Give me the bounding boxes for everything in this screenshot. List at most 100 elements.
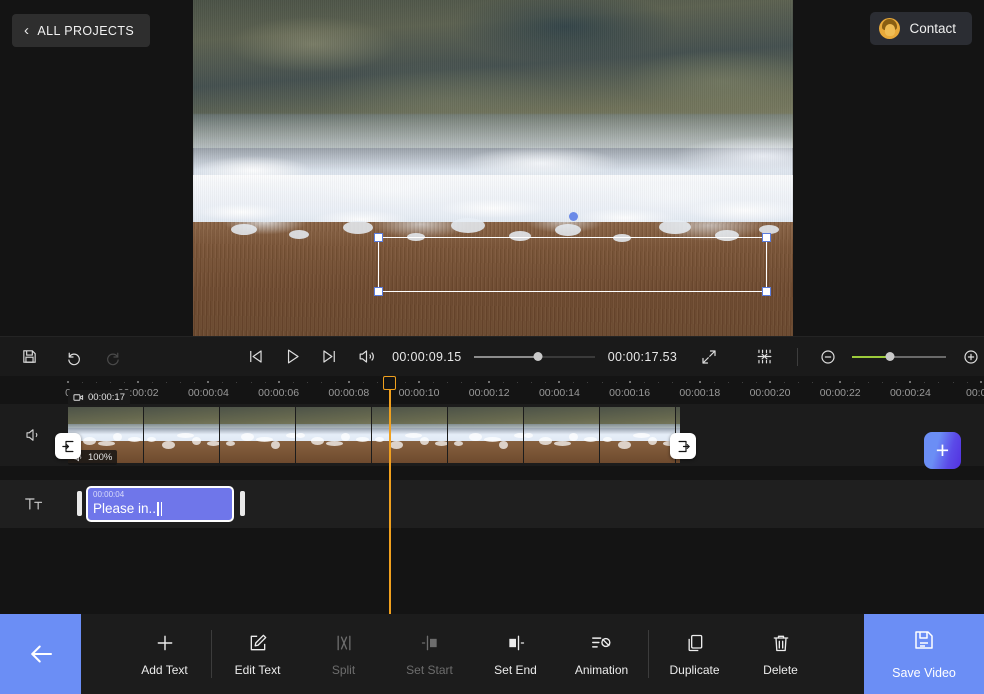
- rotate-handle[interactable]: [569, 212, 578, 221]
- ruler-tick-minor: [166, 382, 168, 383]
- thumbnail-foam: [162, 441, 175, 449]
- all-projects-button[interactable]: ‹ ALL PROJECTS: [12, 14, 151, 47]
- total-time-display: 00:00:17.53: [607, 349, 678, 364]
- ruler-tick-minor: [531, 382, 533, 383]
- video-clip-volume: 100%: [88, 452, 113, 463]
- preview-foam-detail: [343, 221, 373, 234]
- timeline[interactable]: 000:00:0200:00:0400:00:0600:00:0800:00:1…: [0, 376, 984, 614]
- timeline-ruler[interactable]: 000:00:0200:00:0400:00:0600:00:0800:00:1…: [0, 376, 984, 404]
- ruler-tick-minor: [924, 382, 926, 383]
- set-start-icon: [420, 632, 440, 654]
- text-clip-left-marker[interactable]: [77, 491, 82, 516]
- ruler-tick: [698, 381, 701, 383]
- tool-delete[interactable]: Delete: [749, 632, 813, 677]
- video-clip-filmstrip: [68, 407, 680, 463]
- tool-animation[interactable]: Animation: [570, 632, 634, 677]
- thumbnail-foam: [390, 441, 403, 449]
- thumbnail-foam: [256, 437, 273, 442]
- zoom-knob[interactable]: [885, 352, 895, 361]
- ruler-tick-minor: [475, 382, 477, 383]
- text-cursor-secondary-icon: [160, 502, 163, 516]
- video-clip[interactable]: [68, 407, 680, 463]
- ruler-tick-minor: [587, 382, 589, 383]
- tool-edit-text[interactable]: Edit Text: [226, 632, 290, 677]
- text-clip-right-marker[interactable]: [240, 491, 245, 516]
- resize-handle-top-left[interactable]: [374, 233, 383, 242]
- save-project-button[interactable]: [16, 342, 43, 372]
- tool-duplicate[interactable]: Duplicate: [663, 632, 727, 677]
- transition-out-button[interactable]: [670, 433, 696, 459]
- contact-button[interactable]: Contact: [870, 12, 972, 45]
- resize-handle-top-right[interactable]: [762, 233, 771, 242]
- tool-label: Set Start: [406, 662, 453, 677]
- ruler-tick: [418, 381, 420, 383]
- ruler-tick-minor: [180, 382, 182, 383]
- tool-split: Split: [312, 632, 376, 677]
- ruler-tick-minor: [573, 382, 575, 383]
- fit-to-screen-button[interactable]: [751, 342, 778, 372]
- ruler-tick-minor: [264, 382, 266, 383]
- volume-button[interactable]: [353, 342, 380, 372]
- ruler-tick-minor: [784, 382, 786, 383]
- undo-button[interactable]: [59, 342, 86, 372]
- thumbnail-foam: [524, 433, 533, 438]
- seek-knob[interactable]: [533, 352, 543, 361]
- ruler-tick-minor: [713, 382, 715, 383]
- video-track-row[interactable]: 00:00:17 100% +: [0, 390, 984, 469]
- filmstrip-thumbnail: [220, 407, 296, 463]
- ruler-tick-minor: [966, 382, 968, 383]
- zoom-in-button[interactable]: [957, 342, 984, 372]
- transition-in-button[interactable]: [55, 433, 81, 459]
- thumbnail-foam: [648, 437, 657, 445]
- resize-handle-bottom-left[interactable]: [374, 287, 383, 296]
- ruler-tick-minor: [868, 382, 870, 383]
- ruler-label: 00:00:04: [187, 387, 229, 399]
- resize-handle-bottom-right[interactable]: [762, 287, 771, 296]
- thumbnail-foam: [499, 441, 508, 449]
- video-track-mute-icon[interactable]: [24, 426, 42, 444]
- text-cursor-icon: [157, 502, 159, 516]
- ruler-tick-minor: [292, 382, 294, 383]
- add-track-button[interactable]: +: [924, 432, 961, 469]
- back-button[interactable]: [0, 614, 81, 694]
- text-clip[interactable]: 00:00:04 Please in..: [86, 486, 234, 522]
- text-selection-box[interactable]: [374, 212, 771, 296]
- ruler-tick-minor: [952, 382, 954, 383]
- thumbnail-foam: [584, 437, 597, 442]
- next-frame-button[interactable]: [316, 342, 343, 372]
- ruler-label: 00:00:08: [328, 387, 370, 399]
- ruler-label: 00:00:18: [679, 387, 721, 399]
- thumbnail-foam: [469, 433, 482, 441]
- tool-set-end[interactable]: Set End: [484, 632, 548, 677]
- ruler-tick-minor: [110, 382, 112, 383]
- tool-label: Set End: [494, 662, 537, 677]
- ruler-tick-minor: [517, 382, 519, 383]
- redo-button[interactable]: [101, 342, 128, 372]
- thumbnail-foam: [192, 437, 201, 445]
- tool-buttons: Add Text Edit Text Split Set Start Set End An…: [81, 614, 864, 694]
- thumbnail-foam: [128, 437, 141, 442]
- preview-foam-detail: [555, 224, 581, 236]
- thumbnail-foam: [326, 441, 343, 446]
- ruler-label: 00:00:14: [538, 387, 580, 399]
- filmstrip-thumbnail: [524, 407, 600, 463]
- save-video-button[interactable]: Save Video: [864, 614, 984, 694]
- thumbnail-foam: [286, 433, 295, 438]
- ruler-tick-minor: [671, 382, 673, 383]
- ruler-tick-minor: [812, 382, 814, 383]
- ruler-label: 00:00:12: [468, 387, 510, 399]
- ruler-tick-minor: [152, 382, 154, 383]
- ruler-tick-minor: [826, 382, 828, 383]
- seek-slider[interactable]: [474, 350, 596, 364]
- tool-add-text[interactable]: Add Text: [133, 632, 197, 677]
- zoom-out-button[interactable]: [814, 342, 841, 372]
- timeline-zoom-slider[interactable]: [852, 350, 947, 364]
- thumbnail-foam: [207, 441, 219, 446]
- thumbnail-foam: [356, 437, 369, 442]
- text-track-row[interactable]: 00:00:04 Please in..: [0, 480, 984, 528]
- previous-frame-button[interactable]: [242, 342, 269, 372]
- play-button[interactable]: [279, 342, 306, 372]
- ruler-tick-minor: [82, 382, 84, 383]
- fullscreen-button[interactable]: [695, 342, 722, 372]
- ruler-tick-minor: [334, 382, 336, 383]
